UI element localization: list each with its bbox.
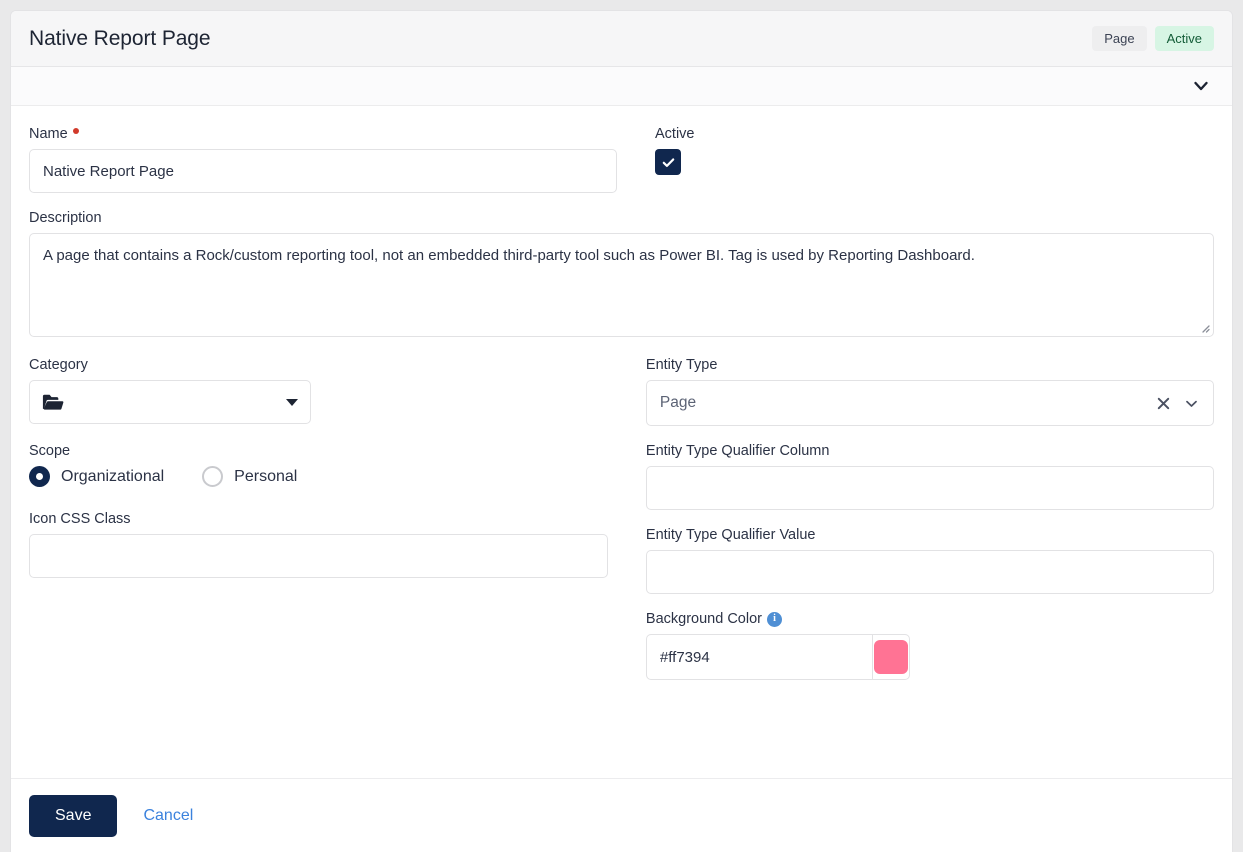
active-label: Active	[655, 126, 695, 142]
background-color-input[interactable]	[646, 635, 872, 679]
category-entitytype-row: Category Entity Type Page	[29, 357, 1214, 426]
entity-type-qualifier-value-input[interactable]	[645, 550, 1214, 594]
name-label: Name	[29, 126, 617, 142]
qualifier-color-column: Entity Type Qualifier Column Entity Type…	[645, 443, 1214, 680]
save-button[interactable]: Save	[29, 794, 118, 837]
chevron-down-icon[interactable]	[1188, 73, 1214, 99]
entity-type-label: Entity Type	[645, 357, 718, 373]
scope-option-organizational[interactable]: Organizational	[29, 466, 164, 487]
description-textarea[interactable]	[29, 233, 1214, 337]
entity-type-value: Page	[659, 394, 697, 411]
icon-css-class-input[interactable]	[29, 534, 608, 578]
color-swatch	[873, 640, 908, 674]
scope-radio-group: Organizational Personal	[29, 466, 608, 487]
active-field-group: Active	[655, 126, 695, 175]
category-label: Category	[29, 357, 88, 373]
card-header: Native Report Page Page Active	[11, 11, 1232, 67]
required-indicator-icon	[72, 127, 79, 134]
cancel-button[interactable]: Cancel	[139, 801, 197, 831]
report-page-card: Native Report Page Page Active Name Nati…	[10, 10, 1233, 852]
background-color-label: Background Color i	[646, 611, 1214, 627]
description-label: Description	[29, 210, 102, 226]
card-subheader	[11, 67, 1232, 106]
entity-type-qualifier-column-input[interactable]	[645, 466, 1214, 510]
card-footer: Save Cancel	[11, 778, 1232, 852]
name-input[interactable]	[29, 149, 617, 193]
open-folder-icon	[42, 393, 64, 412]
entity-type-picker[interactable]: Page	[645, 380, 1214, 426]
scope-spacer	[29, 487, 608, 511]
page-title: Native Report Page	[29, 26, 211, 50]
entity-type-qualifier-value-label: Entity Type Qualifier Value	[645, 527, 816, 543]
entity-type-qualifier-column-label: Entity Type Qualifier Column	[645, 443, 830, 459]
close-icon[interactable]	[1155, 395, 1172, 412]
form-body: Name Active Description	[11, 106, 1232, 778]
info-icon[interactable]: i	[767, 611, 782, 627]
background-color-field-group: Background Color i	[645, 611, 1214, 680]
scope-qualifier-column-row: Scope Organizational Personal Icon CSS C…	[29, 443, 1214, 680]
page-background: Native Report Page Page Active Name Nati…	[0, 0, 1243, 852]
entity-type-field-group: Entity Type Page	[645, 357, 1214, 426]
scope-option-personal-label: Personal	[234, 467, 298, 485]
entity-type-actions	[1155, 395, 1200, 412]
entity-type-qualifier-column-group: Entity Type Qualifier Column	[645, 443, 1214, 510]
chevron-down-icon[interactable]	[1183, 395, 1200, 412]
icon-css-class-label: Icon CSS Class	[29, 511, 131, 527]
scope-field-group: Scope Organizational Personal Icon CSS C…	[29, 443, 608, 680]
entity-type-qualifier-value-group: Entity Type Qualifier Value	[645, 527, 1214, 594]
radio-selected-icon[interactable]	[29, 466, 50, 487]
radio-unselected-icon[interactable]	[202, 466, 224, 487]
background-color-control	[645, 634, 910, 680]
scope-option-personal[interactable]: Personal	[202, 466, 297, 487]
category-field-group: Category	[29, 357, 608, 426]
header-badge-group: Page Active	[1092, 25, 1214, 52]
scope-option-organizational-label: Organizational	[61, 467, 165, 485]
icon-css-class-field-group: Icon CSS Class	[29, 511, 608, 578]
active-checkbox[interactable]	[655, 149, 681, 175]
color-swatch-button[interactable]	[871, 635, 909, 679]
name-active-row: Name Active	[29, 126, 1214, 193]
description-field-group: Description	[29, 210, 1214, 337]
background-color-label-text: Background Color	[645, 611, 762, 627]
status-badge-active: Active	[1154, 25, 1214, 52]
name-field-group: Name	[29, 126, 617, 193]
status-badge-page: Page	[1092, 25, 1147, 52]
category-select[interactable]	[29, 380, 311, 424]
name-label-text: Name	[29, 126, 68, 142]
caret-down-icon	[286, 398, 298, 406]
scope-label: Scope	[29, 443, 71, 459]
